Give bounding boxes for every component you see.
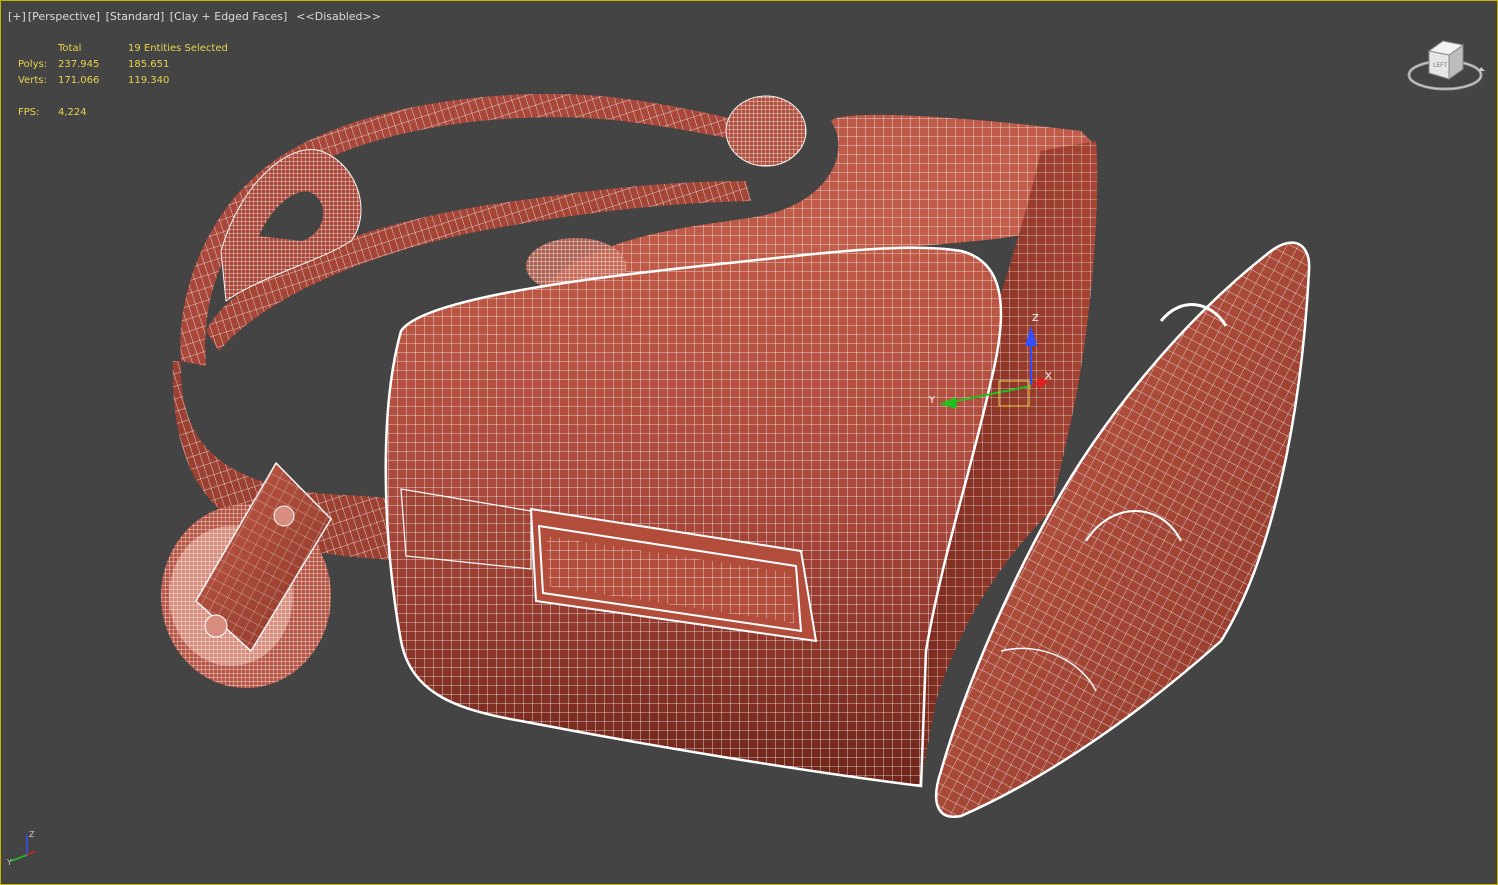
stats-fps-label: FPS:	[18, 107, 40, 118]
stats-selected-header: 19 Entities Selected	[128, 43, 228, 54]
viewport-state-label[interactable]: <<Disabled>>	[296, 10, 381, 23]
stats-total-header: Total	[58, 43, 82, 54]
stats-verts-label: Verts:	[18, 75, 47, 86]
stats-verts-total: 171.066	[58, 75, 100, 86]
scene-vr-headset-model[interactable]: Z X Y	[1, 1, 1497, 884]
stats-polys-total: 237.945	[58, 59, 100, 70]
headset-front-face	[384, 246, 1003, 788]
viewport-view-menu[interactable]: [Perspective]	[28, 10, 100, 23]
viewport-perspective[interactable]: Z X Y [+] [Perspective] [Standard] [Clay …	[0, 0, 1498, 885]
svg-text:Y: Y	[6, 858, 12, 867]
svg-text:Z: Z	[1032, 313, 1039, 324]
world-axis-tripod-icon: Z Y	[6, 830, 36, 867]
stats-polys-label: Polys:	[18, 59, 48, 70]
stats-fps-value: 4,224	[58, 107, 87, 118]
viewport-label-menu: [+] [Perspective] [Standard] [Clay + Edge…	[8, 10, 383, 23]
stats-verts-selected: 119.340	[128, 75, 170, 86]
stats-polys-selected: 185.651	[128, 59, 170, 70]
viewport-plus-menu[interactable]: [+]	[8, 10, 26, 23]
viewcube-face-label: LEFT	[1433, 62, 1447, 69]
viewport-visual-style-menu[interactable]: [Clay + Edged Faces]	[170, 10, 288, 23]
viewport-shading-preset-menu[interactable]: [Standard]	[106, 10, 165, 23]
svg-text:X: X	[1045, 371, 1052, 382]
viewcube-icon[interactable]: LEFT	[1407, 37, 1487, 99]
svg-text:Z: Z	[29, 830, 35, 839]
svg-text:Y: Y	[928, 395, 936, 406]
